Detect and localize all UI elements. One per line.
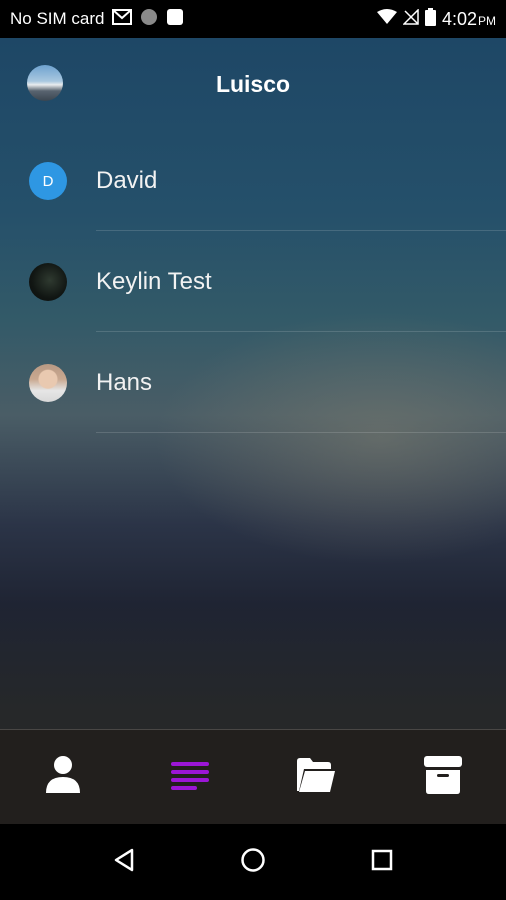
wifi-icon [376,8,397,30]
contact-name: Hans [96,369,153,396]
recents-button[interactable] [357,837,407,887]
contact-list-item[interactable]: D David [0,130,506,231]
system-navigation-bar [0,824,506,900]
contact-list-item[interactable]: Hans [0,332,506,433]
divider [96,432,506,433]
contact-name: Keylin Test [96,268,212,295]
nav-list-button[interactable] [127,730,254,824]
archive-box-icon [423,755,463,800]
recents-icon [371,849,393,876]
page-title: Luisco [215,70,291,97]
profile-avatar[interactable] [27,65,63,101]
gmail-icon [112,8,133,30]
no-signal-icon [402,7,419,30]
avatar [29,263,67,301]
ampm-text: PM [478,13,496,28]
nav-contacts-button[interactable] [0,730,127,824]
square-notification-icon [166,8,184,31]
app-content: Luisco D David Keylin Test Hans [0,38,506,824]
avatar [29,364,67,402]
bottom-navigation [0,729,506,824]
list-lines-icon [170,760,210,795]
avatar-letter: D [42,172,54,190]
back-button[interactable] [99,837,149,887]
avatar: D [29,162,67,200]
contact-list-item[interactable]: Keylin Test [0,231,506,332]
back-icon [113,848,135,877]
home-button[interactable] [228,837,278,887]
header: Luisco [0,38,506,130]
time-text: 4:02 [441,8,477,29]
clock: 4:02PM [442,9,496,30]
status-bar: No SIM card 4:02PM [0,0,506,38]
home-icon [240,847,266,878]
contact-name: David [96,167,158,194]
nav-files-button[interactable] [253,730,380,824]
folder-open-icon [296,757,336,798]
nav-archive-button[interactable] [380,730,506,824]
battery-icon [424,7,436,31]
person-icon [44,755,82,800]
circle-notification-icon [140,8,158,31]
carrier-text: No SIM card [10,9,105,28]
